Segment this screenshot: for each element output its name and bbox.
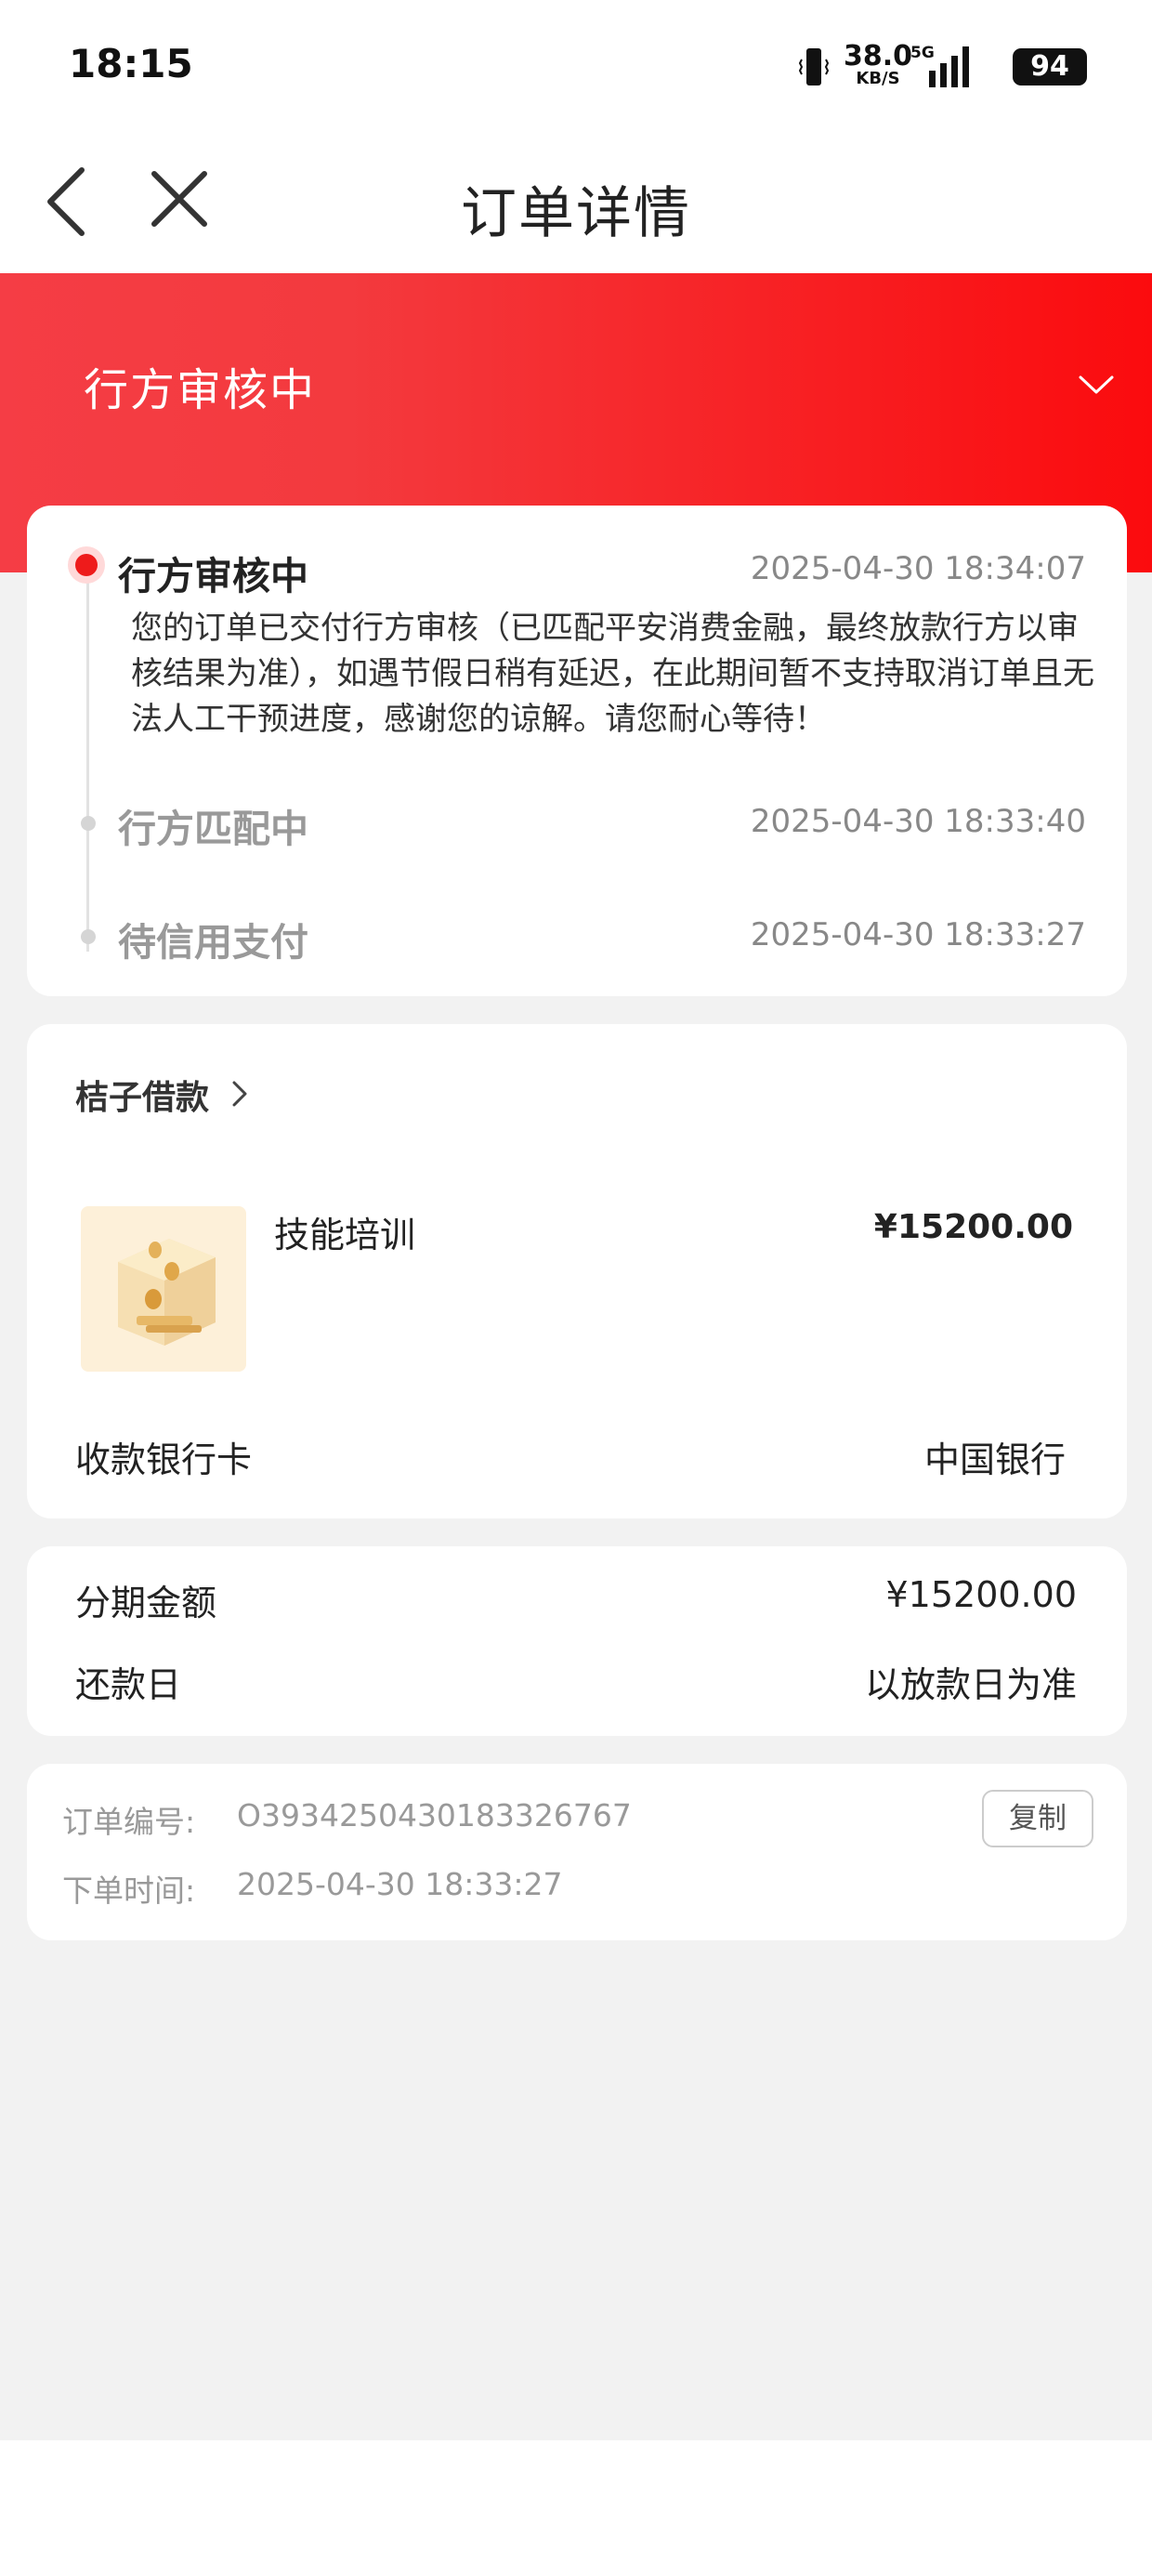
timeline-step-name: 行方审核中 [118,554,308,598]
copy-order-number-button[interactable]: 复制 [982,1790,1093,1847]
chevron-right-icon [232,1081,247,1107]
order-time-value: 2025-04-30 18:33:27 [237,1866,563,1902]
chevron-down-icon[interactable] [1078,374,1115,396]
product-price: ¥15200.00 [873,1208,1073,1246]
navigation-bar: 订单详情 [0,135,1152,274]
step-dot [81,929,96,944]
installment-card: 分期金额 ¥15200.00 还款日 以放款日为准 [27,1546,1127,1736]
timeline-step-name: 行方匹配中 [118,807,308,851]
timeline-line [86,580,89,952]
order-number-value: O3934250430183326767 [237,1797,632,1833]
order-info-card: 订单编号: O3934250430183326767 复制 下单时间: 2025… [27,1764,1127,1940]
installment-amount-label: 分期金额 [75,1583,217,1623]
signal-5g-icon: 5G [910,44,969,87]
repayment-day-value: 以放款日为准 [864,1664,1077,1705]
merchant-name: 桔子借款 [75,1079,210,1117]
battery-indicator: 94 [1013,48,1087,85]
step-dot [81,816,96,831]
product-card: 桔子借款 技能培训 ¥15200.00 收款银行卡 中国银行 [27,1024,1127,1518]
order-number-label: 订单编号: [62,1804,196,1840]
vibrate-icon [799,48,829,85]
product-name: 技能培训 [274,1215,416,1255]
status-time: 18:15 [69,41,193,86]
network-type: 5G [910,44,935,62]
order-time-label: 下单时间: [62,1873,196,1909]
bank-card-value: 中国银行 [923,1439,1066,1480]
repayment-day-label: 还款日 [75,1664,182,1705]
bank-card-label: 收款银行卡 [75,1439,253,1480]
network-speed-value: 38.0 [843,40,913,72]
status-bar: 18:15 38.0 KB/S 5G 94 [0,0,1152,135]
timeline-step-description: 您的订单已交付行方审核（已匹配平安消费金融，最终放款行方以审核结果为准），如遇节… [131,610,1094,738]
coin-box-icon [118,1239,216,1346]
network-speed-unit: KB/S [856,69,900,88]
active-step-dot [68,546,105,584]
bottom-area [0,2440,1152,2576]
timeline-step-name: 待信用支付 [118,920,308,965]
product-thumbnail [81,1206,246,1372]
progress-timeline-card: 行方审核中 2025-04-30 18:34:07 您的订单已交付行方审核（已匹… [27,506,1127,996]
order-status-title: 行方审核中 [84,364,317,416]
timeline-step-time: 2025-04-30 18:33:40 [750,803,1086,840]
timeline-step-time: 2025-04-30 18:33:27 [750,916,1086,953]
installment-amount-value: ¥15200.00 [885,1574,1078,1615]
page-title: 订单详情 [461,181,691,246]
timeline-step-time: 2025-04-30 18:34:07 [750,550,1086,587]
network-speed: 38.0 KB/S [841,43,915,87]
